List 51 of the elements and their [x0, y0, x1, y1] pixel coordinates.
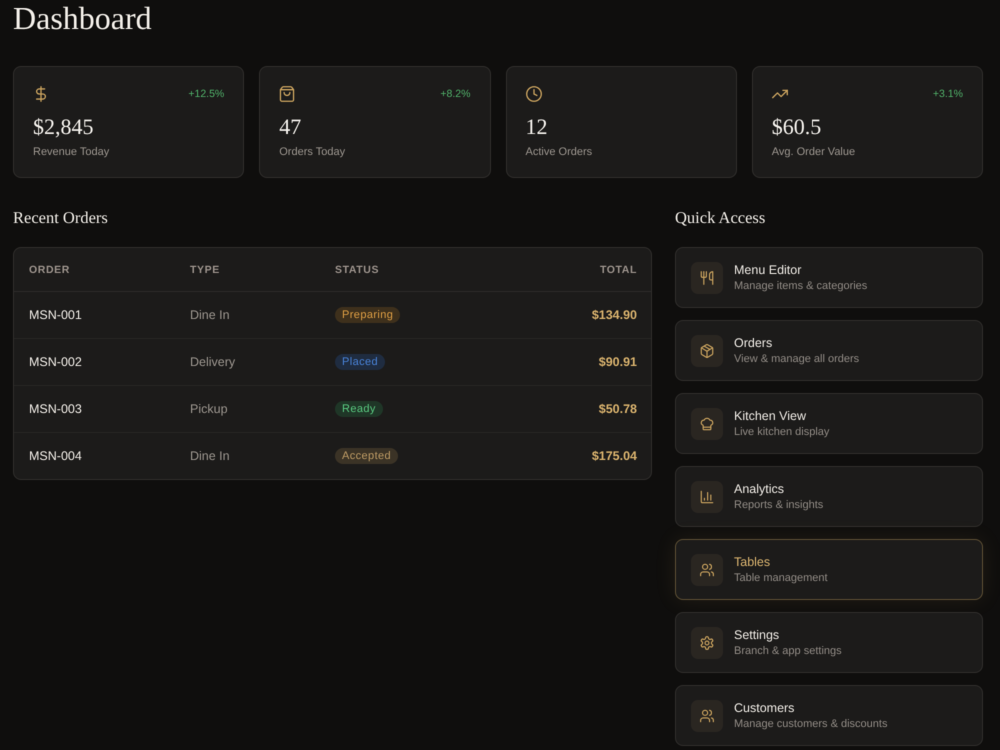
status-badge: Placed	[335, 354, 386, 370]
stat-value: 47	[279, 114, 302, 140]
stat-value: $2,845	[33, 114, 94, 140]
quick-access-item[interactable]: Tables Table management	[675, 539, 983, 600]
column-header: TOTAL	[600, 264, 637, 276]
quick-access-item[interactable]: Customers Manage customers & discounts	[675, 685, 983, 746]
users-icon	[691, 700, 723, 732]
order-total-cell: $134.90	[592, 308, 637, 322]
order-id-cell: MSN-002	[29, 355, 82, 369]
bar-chart-icon	[691, 480, 723, 512]
column-header: STATUS	[335, 264, 380, 276]
order-total-cell: $50.78	[598, 402, 637, 416]
shopping-bag-icon	[279, 86, 296, 102]
section-heading: Recent Orders	[13, 208, 108, 228]
column-header: TYPE	[190, 264, 220, 276]
quick-access-item[interactable]: Menu Editor Manage items & categories	[675, 247, 983, 308]
stat-label: Avg. Order Value	[772, 145, 856, 159]
order-type-cell: Dine In	[190, 308, 230, 322]
order-total-cell: $175.04	[592, 449, 637, 463]
section-heading: Quick Access	[675, 208, 766, 228]
change-percent: +3.1%	[932, 88, 963, 100]
status-badge: Preparing	[335, 307, 400, 323]
box-icon	[691, 334, 723, 366]
stat-label: Active Orders	[526, 145, 592, 159]
clock-icon	[526, 86, 542, 102]
settings-icon	[691, 626, 723, 658]
users-icon	[691, 554, 723, 586]
page-title: Dashboard	[13, 0, 152, 36]
fork-knife-icon	[691, 262, 723, 294]
order-type-cell: Pickup	[190, 402, 228, 416]
stat-label: Revenue Today	[33, 145, 110, 159]
status-badge: Accepted	[335, 448, 398, 464]
quick-access-item[interactable]: Kitchen View Live kitchen display	[675, 393, 983, 454]
change-percent: +12.5%	[188, 88, 224, 100]
column-header: ORDER	[29, 264, 70, 276]
order-total-cell: $90.91	[598, 355, 637, 369]
stat-value: $60.5	[772, 114, 822, 140]
quick-access-item[interactable]: Orders View & manage all orders	[675, 320, 983, 381]
order-id-cell: MSN-003	[29, 402, 82, 416]
status-badge: Ready	[335, 401, 383, 417]
chef-hat-icon	[691, 408, 723, 440]
change-percent: +8.2%	[440, 88, 470, 100]
order-type-cell: Delivery	[190, 355, 236, 369]
stat-label: Orders Today	[279, 145, 346, 159]
quick-access-item[interactable]: Settings Branch & app settings	[675, 612, 983, 673]
order-id-cell: MSN-004	[29, 449, 82, 463]
order-id-cell: MSN-001	[29, 308, 82, 322]
dollar-icon	[33, 86, 49, 102]
order-type-cell: Dine In	[190, 449, 230, 463]
quick-access-item[interactable]: Analytics Reports & insights	[675, 466, 983, 527]
stat-value: 12	[526, 114, 548, 140]
